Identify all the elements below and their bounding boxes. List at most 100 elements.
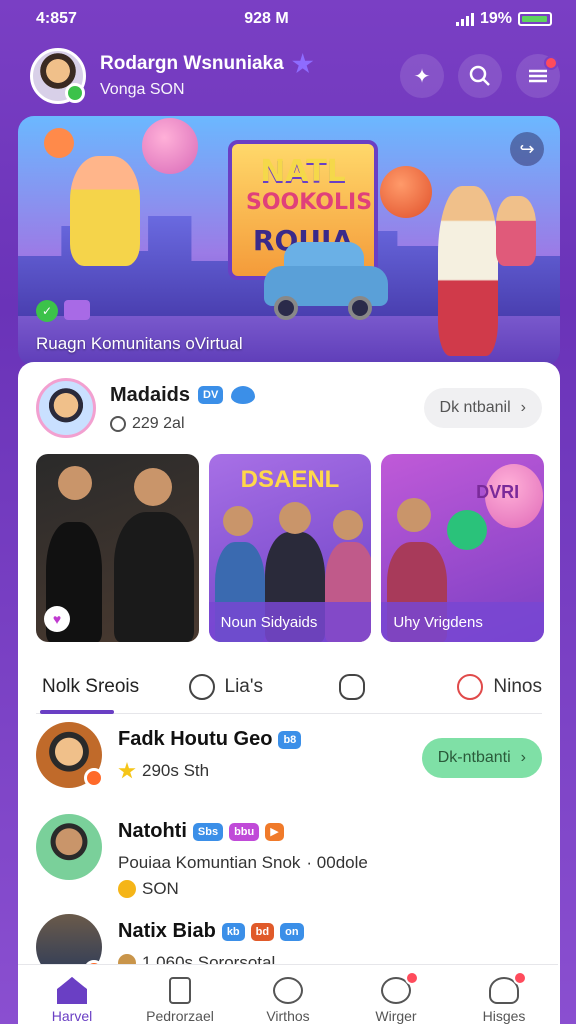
tab-likes[interactable]: Lia's (163, 660, 290, 713)
bottom-navigation: Harvel Pedrorzael Virthos Wirger Hisges (18, 964, 558, 1024)
person-head (397, 498, 432, 532)
content-card: Madaids DV 229 2al Dk ntbanil › ♥ DSAENL (18, 362, 560, 1024)
list-badge: bd (250, 922, 275, 941)
tab-music[interactable]: Ninos (416, 660, 542, 713)
person-head (222, 506, 253, 536)
tile-title: DVRI (476, 482, 520, 502)
online-status-icon (65, 83, 85, 103)
list-action-label: Dk-ntbanti (437, 749, 511, 766)
tab-label: Nolk Sreois (42, 675, 140, 697)
status-bar: 4:857 928 M 19% (36, 8, 552, 30)
list-badge: b8 (278, 730, 302, 749)
person-head (332, 510, 363, 540)
share-icon: ↪ (519, 138, 535, 159)
header-actions: ✦ (400, 54, 560, 98)
profile-name: Rodargn Wsnuniaka (100, 53, 284, 74)
list-item[interactable]: Natohti Sbs bbu ▶ Pouiaa Komuntian Snok … (36, 806, 542, 898)
sign-line2: SOOKOLIS (246, 190, 373, 215)
balloon-icon (142, 118, 198, 174)
list-action-button[interactable]: Dk-ntbanti › (421, 738, 542, 778)
creator-list: Fadk Houtu Geo b8 290s Sth Dk-ntbanti › … (36, 714, 542, 998)
share-button[interactable]: ↪ (510, 132, 544, 166)
list-badge: bbu (229, 822, 260, 841)
list-item-meta2: SON (142, 879, 179, 898)
status-clock: 928 M (244, 10, 289, 27)
pin-button[interactable]: ✦ (400, 54, 444, 98)
menu-button[interactable] (516, 54, 560, 98)
heart-icon[interactable]: ♥ (44, 606, 70, 632)
status-time: 4:857 (36, 10, 77, 27)
media-tile[interactable]: ♥ (36, 454, 199, 642)
avatar[interactable] (36, 814, 102, 880)
banner-caption: Ruagn Komunitans oVirtual (36, 334, 243, 353)
person-head (278, 502, 311, 534)
tablet-icon (169, 977, 191, 1004)
chevron-right-icon: › (520, 399, 526, 416)
avatar[interactable] (36, 722, 104, 788)
featured-action-label: Dk ntbanil (439, 399, 511, 416)
tab-badges[interactable] (289, 660, 416, 713)
search-icon (469, 65, 490, 86)
featured-avatar[interactable] (36, 378, 96, 438)
battery-icon (517, 12, 552, 26)
cartoon-character (438, 186, 498, 356)
banner-tags: ✓ (36, 300, 90, 322)
tab-posts[interactable]: Nolk Sreois (36, 660, 163, 714)
person-head (134, 468, 172, 506)
badge-icon (339, 673, 366, 700)
share-circle-icon (447, 510, 488, 550)
list-item-meta: 290s Sth (142, 761, 210, 780)
featured-badge: DV (198, 386, 224, 404)
balloon-icon (44, 128, 74, 158)
nav-messages[interactable]: Virthos (234, 965, 342, 1024)
list-item-name: Natohti (118, 820, 187, 842)
list-item-name: Natix Biab (118, 920, 216, 942)
nav-home[interactable]: Harvel (18, 965, 126, 1024)
status-dot (84, 768, 104, 788)
list-badge: kb (221, 922, 245, 941)
chat-bubble-icon (188, 673, 215, 700)
hero-banner[interactable]: NATL SOOKOLIS ROUIA ↪ ✓ Ruagn Komunitans… (18, 116, 560, 366)
tab-label: Lia's (224, 675, 263, 697)
list-badge: Sbs (192, 822, 224, 841)
check-icon: ✓ (36, 300, 58, 322)
tab-label: Ninos (493, 675, 542, 697)
profile-header: Rodargn Wsnuniaka Vonga SON ✦ (30, 44, 560, 108)
list-badge: on (280, 922, 304, 941)
notification-dot (544, 56, 558, 70)
signal-icon (455, 12, 474, 26)
avatar[interactable] (30, 48, 86, 104)
nav-notifications[interactable]: Wirger (342, 965, 450, 1024)
nav-profile[interactable]: Pedrorzael (126, 965, 234, 1024)
featured-meta: 229 2al (132, 414, 185, 432)
clock-icon (110, 415, 126, 432)
search-button[interactable] (458, 54, 502, 98)
notification-dot (512, 971, 527, 985)
list-item[interactable]: Fadk Houtu Geo b8 290s Sth Dk-ntbanti › (36, 714, 542, 806)
featured-action-button[interactable]: Dk ntbanil › (423, 388, 542, 428)
mic-icon (457, 673, 484, 700)
cartoon-character (496, 196, 536, 266)
profile-subtitle: Vonga SON (100, 81, 185, 98)
featured-name: Madaids (110, 383, 191, 406)
profile-info: Rodargn Wsnuniaka Vonga SON (100, 53, 314, 99)
home-icon (57, 977, 87, 1004)
notification-dot (404, 971, 419, 985)
media-tile[interactable]: DVRI Uhy Vrigdens (381, 454, 545, 642)
cartoon-character (70, 156, 140, 266)
nav-account[interactable]: Hisges (450, 965, 558, 1024)
tile-caption: Noun Sidyaids (208, 602, 372, 642)
person-head (58, 466, 92, 500)
balloon-icon (380, 166, 432, 218)
wheel (348, 296, 372, 320)
chevron-right-icon: › (520, 749, 526, 766)
featured-creator: Madaids DV 229 2al Dk ntbanil › (36, 376, 542, 440)
tile-title: DSAENL (240, 466, 340, 493)
pin-icon: ✦ (413, 65, 431, 88)
wheel (274, 296, 298, 320)
star-icon (118, 762, 136, 779)
status-right: 19% (455, 10, 552, 28)
tag-badge (64, 300, 90, 320)
list-item-meta: Pouiaa Komuntian Snok (118, 853, 301, 872)
media-tile[interactable]: DSAENL Noun Sidyaids (208, 454, 372, 642)
